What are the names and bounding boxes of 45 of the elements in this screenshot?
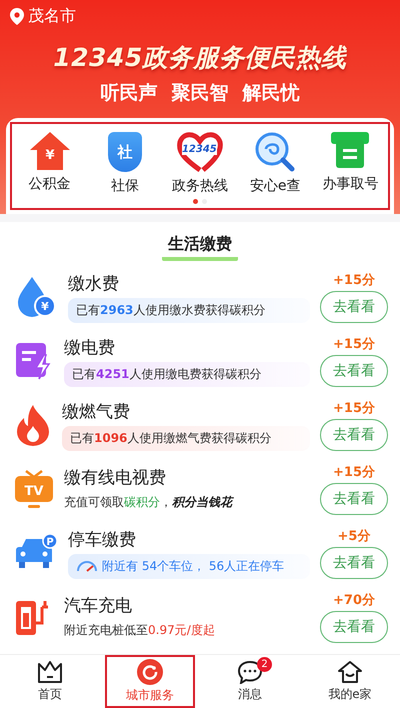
service-label[interactable]: 社保 (110, 177, 139, 195)
gauge-icon (76, 560, 98, 572)
payment-note: 充值可领取碳积分，积分当钱花 (64, 494, 235, 510)
tab-item[interactable]: 消息 2 (205, 655, 295, 708)
payment-note: 已有2963人使用缴水费获得碳积分 (68, 298, 310, 322)
unread-badge: 2 (257, 657, 272, 672)
crown-icon (37, 660, 63, 684)
service-label[interactable]: 公积金 (28, 175, 71, 193)
payment-note: 已有1096人使用缴燃气费获得碳积分 (62, 426, 310, 450)
search-icon (255, 132, 296, 172)
points-label: +15分 (333, 336, 375, 353)
payment-name: 缴电费 (64, 336, 116, 358)
service-label[interactable]: 政务热线 (172, 177, 228, 195)
section-title: 生活缴费 (162, 234, 238, 261)
location-pin-icon (10, 8, 24, 25)
banner-slogan: 解民忧 (242, 81, 300, 106)
payment-name: 缴有线电视费 (64, 466, 167, 488)
house-icon (337, 660, 363, 684)
payment-note: 附近有 54个车位， 56人正在停车 (68, 554, 310, 578)
tab-item[interactable]: 首页 (5, 655, 95, 708)
payment-name: 停车缴费 (68, 528, 137, 550)
tab-item[interactable]: 城市服务 (105, 655, 195, 708)
house-yuan-icon: ¥ (30, 132, 70, 170)
chat-bubble-icon (237, 660, 263, 684)
points-label: +15分 (333, 272, 375, 289)
payment-name: 缴水费 (68, 272, 120, 294)
payment-name: 汽车充电 (64, 594, 133, 616)
shield-icon: 社 (108, 132, 142, 172)
service-label[interactable]: 安心e查 (250, 177, 300, 195)
city-name[interactable]: 茂名市 (28, 6, 76, 27)
flame-icon (14, 404, 52, 446)
payment-note: 附近充电桩低至0.97元/度起 (64, 622, 216, 638)
banner-slogan: 听民声 (100, 81, 158, 106)
tab-item[interactable]: 我的e家 (305, 655, 395, 708)
points-label: +5分 (338, 528, 370, 545)
refresh-icon (137, 659, 163, 685)
service-label[interactable]: 办事取号 (322, 175, 378, 193)
ticket-machine-icon (331, 132, 370, 170)
banner-slogan: 聚民智 (172, 81, 228, 106)
banner-title: 12345政务服务便民热线 (52, 42, 348, 74)
payment-note: 已有4251人使用缴电费获得碳积分 (64, 362, 310, 386)
points-label: +70分 (333, 592, 375, 609)
points-label: +15分 (333, 464, 375, 481)
payment-name: 缴燃气费 (62, 400, 131, 422)
points-label: +15分 (333, 400, 375, 417)
